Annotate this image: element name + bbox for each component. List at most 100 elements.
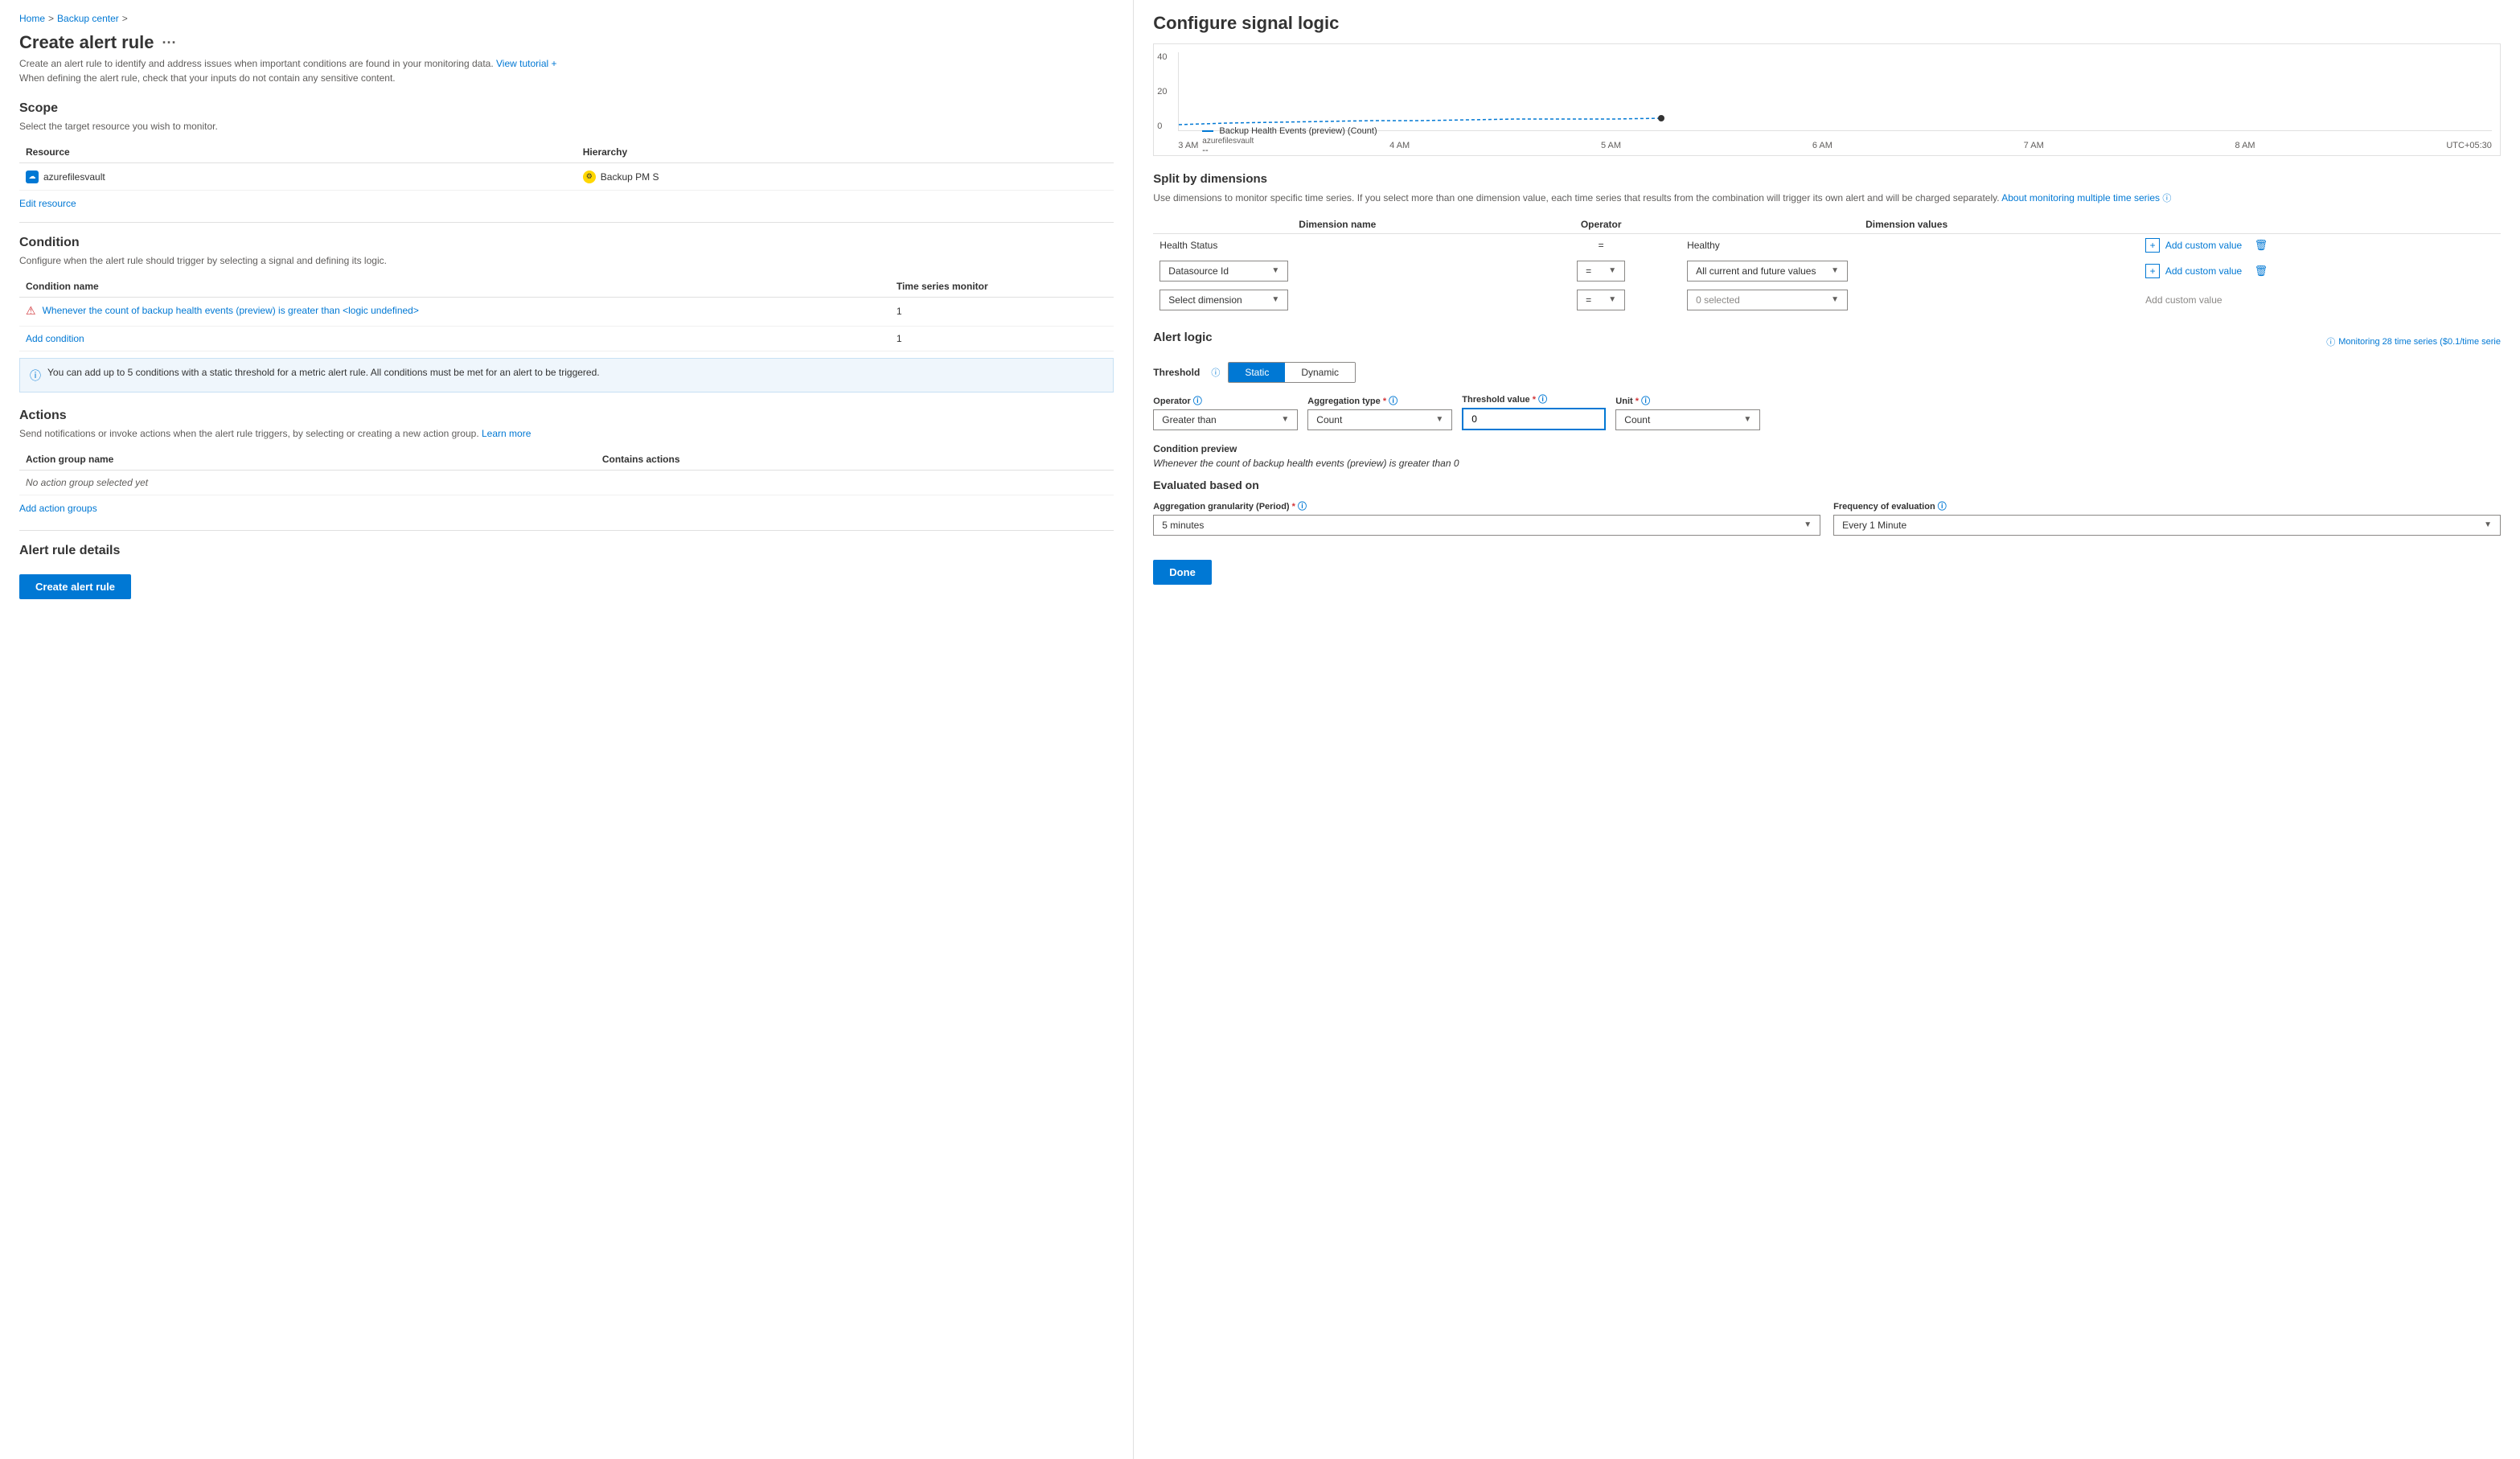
granularity-label: Aggregation granularity (Period) * ⓘ: [1153, 499, 1820, 512]
cloud-icon: ☁: [26, 171, 39, 183]
dim-op-1: =: [1599, 240, 1604, 251]
x-label-5am: 5 AM: [1601, 141, 1621, 150]
condition-link[interactable]: Whenever the count of backup health even…: [43, 305, 884, 316]
alert-logic-fields: Operator ⓘ Greater than ▼ Aggregation ty…: [1153, 392, 2501, 430]
chevron-down-icon: ▼: [1435, 415, 1443, 424]
legend-value: --: [1202, 146, 1208, 155]
alert-rule-details-title: Alert rule details: [19, 544, 1114, 558]
chevron-down-icon: ▼: [1804, 520, 1812, 529]
actions-table: Action group name Contains actions No ac…: [19, 449, 1114, 495]
dynamic-toggle[interactable]: Dynamic: [1285, 363, 1355, 382]
frequency-dropdown[interactable]: Every 1 Minute ▼: [1833, 515, 2501, 536]
dim-delete-icon-2[interactable]: 🗑: [2255, 265, 2268, 277]
dim-op-2-dropdown[interactable]: = ▼: [1577, 261, 1625, 282]
add-custom-value-1[interactable]: + Add custom value: [2139, 236, 2251, 255]
condition-desc: Configure when the alert rule should tri…: [19, 255, 1114, 266]
y-label-40: 40: [1157, 52, 1167, 62]
edit-resource-link[interactable]: Edit resource: [19, 198, 76, 209]
dim-op-3-dropdown[interactable]: = ▼: [1577, 290, 1625, 310]
chart-container: 40 20 0 3 AM 4 AM 5 AM 6 AM 7 AM 8 AM UT…: [1153, 43, 2501, 156]
aggregation-label: Aggregation type * ⓘ: [1307, 394, 1452, 407]
condition-title: Condition: [19, 236, 1114, 250]
chevron-down-icon: ▼: [1831, 295, 1839, 304]
operator-info-icon: ⓘ: [1193, 397, 1202, 406]
create-btn-row: Create alert rule: [19, 574, 1114, 599]
threshold-toggle-group: Static Dynamic: [1228, 362, 1356, 383]
actions-title: Actions: [19, 409, 1114, 423]
alert-logic-title: Alert logic: [1153, 331, 1212, 344]
dim-row-3: Select dimension ▼ = ▼ 0 selected: [1153, 286, 2501, 314]
chevron-down-icon: ▼: [1831, 266, 1839, 275]
page-title-row: Create alert rule ···: [19, 32, 1114, 53]
info-icon-monitoring: ⓘ: [2326, 335, 2335, 348]
legend-name: Backup Health Events (preview) (Count): [1219, 126, 1377, 136]
right-panel-title: Configure signal logic: [1153, 13, 2501, 34]
add-condition-row[interactable]: Add condition 1: [19, 326, 1114, 351]
monitoring-info: ⓘ Monitoring 28 time series ($0.1/time s…: [2326, 335, 2501, 348]
chevron-down-icon: ▼: [1271, 295, 1279, 304]
actions-desc: Send notifications or invoke actions whe…: [19, 428, 1114, 439]
static-toggle[interactable]: Static: [1229, 363, 1285, 382]
x-label-7am: 7 AM: [2024, 141, 2044, 150]
dim-name-datasource-dropdown[interactable]: Datasource Id ▼: [1159, 261, 1288, 282]
done-button[interactable]: Done: [1153, 560, 1212, 585]
split-title: Split by dimensions: [1153, 172, 2501, 186]
breadcrumb-backup-center[interactable]: Backup center: [57, 13, 119, 24]
select-dimension-dropdown[interactable]: Select dimension ▼: [1159, 290, 1288, 310]
breadcrumb-home[interactable]: Home: [19, 13, 45, 24]
dim-delete-icon-1[interactable]: 🗑: [2255, 239, 2268, 251]
chart-line: [1179, 118, 1661, 125]
right-panel: Configure signal logic 40 20 0 3 AM 4 AM…: [1134, 0, 2520, 1459]
aggregation-type-group: Aggregation type * ⓘ Count ▼: [1307, 394, 1452, 430]
eval-row: Aggregation granularity (Period) * ⓘ 5 m…: [1153, 499, 2501, 536]
scope-row: ☁ azurefilesvault ⚙ Backup PM S: [19, 163, 1114, 191]
add-custom-value-2[interactable]: + Add custom value: [2139, 261, 2251, 281]
add-action-groups-link[interactable]: Add action groups: [19, 503, 97, 514]
frequency-group: Frequency of evaluation ⓘ Every 1 Minute…: [1833, 499, 2501, 536]
chevron-down-icon: ▼: [2484, 520, 2492, 529]
add-condition-link[interactable]: Add condition: [26, 333, 84, 344]
dimension-table: Dimension name Operator Dimension values…: [1153, 216, 2501, 314]
create-alert-rule-button[interactable]: Create alert rule: [19, 574, 131, 599]
col-contains-actions: Contains actions: [596, 449, 1114, 471]
aggregation-dropdown[interactable]: Count ▼: [1307, 409, 1452, 430]
about-monitoring-link[interactable]: About monitoring multiple time series: [2001, 192, 2160, 203]
add-condition-count: 1: [890, 326, 1114, 351]
more-options-icon[interactable]: ···: [162, 35, 177, 51]
x-label-8am: 8 AM: [2235, 141, 2255, 150]
col-action-group: Action group name: [19, 449, 596, 471]
dim-value-2-dropdown[interactable]: All current and future values ▼: [1687, 261, 1848, 282]
no-action-row: No action group selected yet: [19, 470, 1114, 495]
condition-preview-text: Whenever the count of backup health even…: [1153, 458, 2501, 469]
condition-info-text: You can add up to 5 conditions with a st…: [47, 367, 600, 378]
condition-preview-title: Condition preview: [1153, 443, 2501, 454]
add-custom-icon-1: +: [2145, 238, 2160, 253]
col-condition-name: Condition name: [19, 276, 890, 298]
add-custom-icon-2: +: [2145, 264, 2160, 278]
left-panel: Home > Backup center > Create alert rule…: [0, 0, 1134, 1459]
unit-dropdown[interactable]: Count ▼: [1615, 409, 1760, 430]
granularity-dropdown[interactable]: 5 minutes ▼: [1153, 515, 1820, 536]
chevron-down-icon: ▼: [1608, 295, 1616, 304]
threshold-value-input[interactable]: [1462, 408, 1606, 430]
condition-row[interactable]: ⚠ Whenever the count of backup health ev…: [19, 297, 1114, 326]
dim-name-health: Health Status: [1159, 236, 1217, 255]
no-action-text: No action group selected yet: [19, 470, 1114, 495]
page-description: Create an alert rule to identify and add…: [19, 56, 1114, 85]
eval-title: Evaluated based on: [1153, 479, 2501, 491]
chart-svg: [1179, 52, 2492, 130]
learn-more-link[interactable]: Learn more: [482, 428, 531, 439]
threshold-value-group: Threshold value * ⓘ: [1462, 392, 1606, 430]
threshold-value-label: Threshold value * ⓘ: [1462, 392, 1606, 405]
threshold-value-info-icon: ⓘ: [1538, 395, 1547, 405]
condition-preview: Condition preview Whenever the count of …: [1153, 443, 2501, 469]
error-icon: ⚠: [26, 304, 36, 318]
view-tutorial-link[interactable]: View tutorial +: [496, 58, 557, 69]
operator-group: Operator ⓘ Greater than ▼: [1153, 394, 1298, 430]
alert-logic-section: Alert logic ⓘ Monitoring 28 time series …: [1153, 331, 2501, 430]
actions-section: Actions Send notifications or invoke act…: [19, 409, 1114, 514]
operator-dropdown[interactable]: Greater than ▼: [1153, 409, 1298, 430]
chevron-down-icon: ▼: [1608, 266, 1616, 275]
chevron-down-icon: ▼: [1743, 415, 1751, 424]
dim-value-3-dropdown[interactable]: 0 selected ▼: [1687, 290, 1848, 310]
